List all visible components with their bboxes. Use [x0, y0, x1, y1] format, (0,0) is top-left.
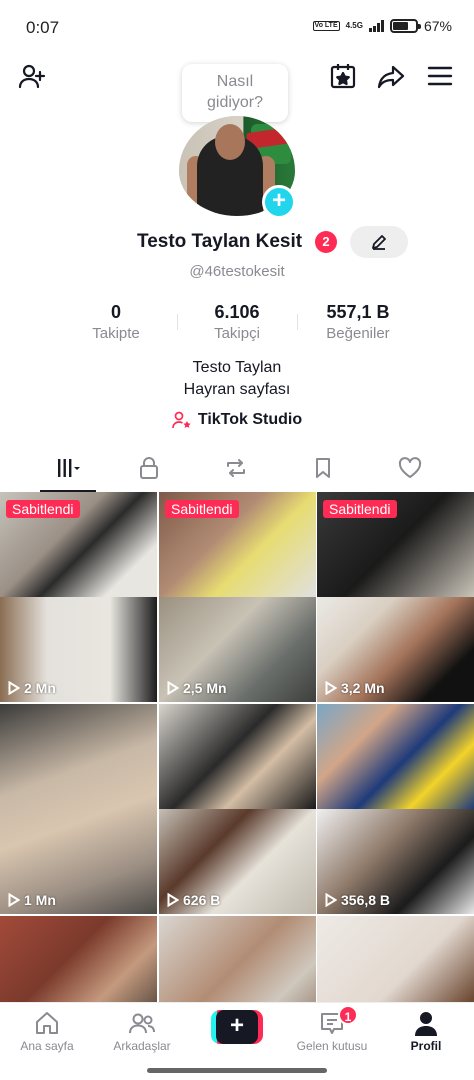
calendar-star-icon[interactable] — [327, 60, 359, 92]
view-count: 1 Mn — [8, 892, 56, 908]
bubble-line-2: gidiyor? — [206, 94, 264, 111]
bottom-nav: Ana sayfa Arkadaşlar + Gelen kutusu 1 Pr… — [0, 1002, 474, 1060]
bio-line: Testo Taylan — [192, 359, 282, 376]
status-time: 0:07 — [26, 18, 60, 37]
video-thumbnail[interactable]: 1 Mn — [0, 704, 157, 914]
tab-videos[interactable] — [38, 448, 98, 488]
status-prompt-bubble[interactable]: Nasıl gidiyor? — [182, 64, 288, 122]
stat-following[interactable]: 0 Takipte — [76, 302, 156, 342]
video-thumbnail[interactable] — [159, 916, 316, 1004]
profile-name: Testo Taylan Kesit — [137, 231, 303, 252]
nav-inbox[interactable]: Gelen kutusu — [292, 1009, 372, 1053]
battery-percent: 67% — [423, 18, 452, 34]
pinned-badge: Sabitlendi — [6, 500, 80, 518]
stats: 0 Takipte 6.106 Takipçi 557,1 B Beğenile… — [0, 302, 474, 346]
stat-label: Takipçi — [214, 325, 260, 342]
video-thumbnail[interactable]: Sabitlendi 2,5 Mn — [159, 492, 316, 702]
tab-liked[interactable] — [380, 448, 440, 488]
battery-icon — [389, 19, 421, 33]
divider — [297, 314, 298, 330]
video-grid: Sabitlendi 2 Mn Sabitlendi 2,5 Mn Sabitl… — [0, 492, 474, 1004]
bookmark-icon — [316, 458, 330, 478]
edit-profile-button[interactable] — [350, 226, 408, 258]
menu-icon[interactable] — [424, 60, 456, 92]
view-count: 626 B — [167, 892, 220, 908]
person-star-icon — [171, 411, 191, 429]
pencil-icon — [372, 235, 386, 250]
status-bar: 0:07 Vo LTE 4.5G 67% — [0, 0, 474, 56]
view-count: 356,8 B — [325, 892, 390, 908]
view-count: 2,5 Mn — [167, 680, 227, 696]
repost-icon — [227, 459, 245, 477]
view-count: 3,2 Mn — [325, 680, 385, 696]
pinned-badge: Sabitlendi — [165, 500, 239, 518]
stat-value: 557,1 B — [326, 302, 390, 322]
video-thumbnail[interactable]: 356,8 B — [317, 704, 474, 914]
nav-label: Gelen kutusu — [296, 1039, 368, 1053]
videos-grid-icon — [58, 459, 80, 477]
inbox-badge: 1 — [338, 1005, 358, 1025]
tab-private[interactable] — [119, 448, 179, 488]
tiktok-studio-link[interactable]: TikTok Studio — [0, 410, 474, 430]
lock-icon — [140, 457, 158, 479]
content-tabs — [0, 448, 474, 492]
video-thumbnail[interactable]: Sabitlendi 2 Mn — [0, 492, 157, 702]
profile-icon — [415, 1012, 437, 1036]
video-thumbnail[interactable] — [0, 916, 157, 1004]
video-thumbnail[interactable]: 626 B — [159, 704, 316, 914]
bio-line: Hayran sayfası — [183, 381, 291, 398]
bio: Testo Taylan Hayran sayfası — [0, 357, 474, 401]
name-badge[interactable]: 2 — [315, 231, 337, 253]
stat-value: 6.106 — [214, 302, 260, 322]
home-indicator[interactable] — [147, 1068, 327, 1073]
tab-reposts[interactable] — [206, 448, 266, 488]
view-count: 2 Mn — [8, 680, 56, 696]
stat-label: Takipte — [92, 325, 140, 342]
nav-profile[interactable]: Profil — [386, 1009, 466, 1053]
add-story-button[interactable]: + — [262, 185, 296, 219]
volte-icon: Vo LTE — [312, 21, 340, 31]
nav-home[interactable]: Ana sayfa — [7, 1009, 87, 1053]
divider — [177, 314, 178, 330]
nav-label: Arkadaşlar — [113, 1039, 171, 1053]
nav-label: Profil — [410, 1039, 442, 1053]
signal-icon — [368, 20, 384, 32]
status-icons: Vo LTE 4.5G 67% — [312, 18, 452, 34]
stat-value: 0 — [110, 302, 121, 322]
stat-likes[interactable]: 557,1 B Beğeniler — [312, 302, 404, 342]
share-icon[interactable] — [375, 60, 407, 92]
tab-saved[interactable] — [293, 448, 353, 488]
heart-icon — [398, 457, 422, 478]
friends-icon — [129, 1013, 155, 1034]
home-icon — [36, 1012, 58, 1034]
nav-friends[interactable]: Arkadaşlar — [102, 1009, 182, 1053]
stat-label: Beğeniler — [326, 325, 390, 342]
video-thumbnail[interactable] — [317, 916, 474, 1004]
studio-label: TikTok Studio — [197, 411, 303, 428]
profile-handle: @46testokesit — [189, 263, 285, 280]
video-thumbnail[interactable]: Sabitlendi 3,2 Mn — [317, 492, 474, 702]
plus-icon: + — [216, 1010, 258, 1044]
pinned-badge: Sabitlendi — [323, 500, 397, 518]
network-type: 4.5G — [345, 21, 363, 30]
stat-followers[interactable]: 6.106 Takipçi — [193, 302, 281, 342]
bubble-line-1: Nasıl — [216, 73, 254, 90]
create-button[interactable]: + — [211, 1010, 263, 1044]
name-row: Testo Taylan Kesit 2 — [0, 226, 474, 260]
nav-label: Ana sayfa — [20, 1039, 74, 1053]
add-friend-icon[interactable] — [16, 60, 48, 92]
